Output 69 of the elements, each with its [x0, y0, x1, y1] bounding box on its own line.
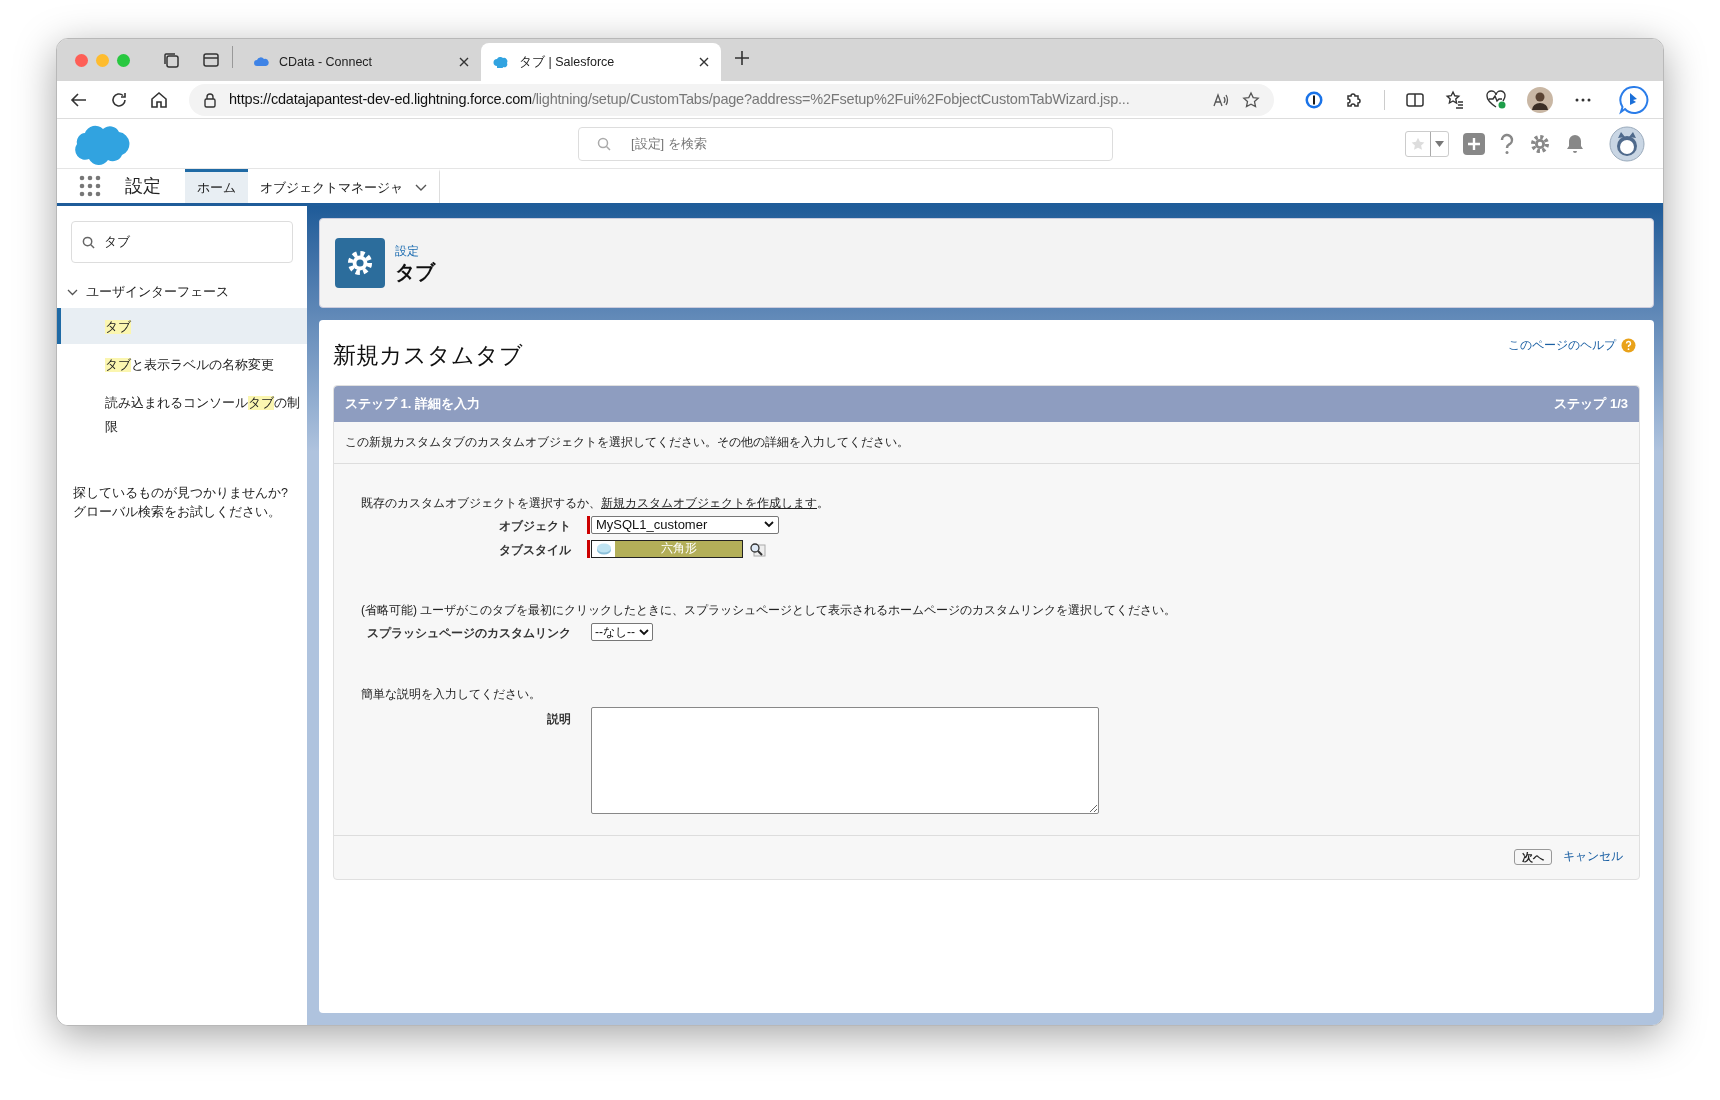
chevron-down-icon[interactable] [415, 183, 427, 192]
add-icon[interactable] [1463, 132, 1485, 155]
gear-icon [346, 249, 374, 277]
help-icon[interactable] [1499, 132, 1515, 155]
password-manager-icon[interactable] [1304, 89, 1324, 110]
tab-title: CData - Connect [279, 53, 374, 71]
caret-icon [1435, 140, 1444, 147]
nav-tab[interactable]: オブジェクトマネージャ [248, 169, 440, 203]
chat-assistant-icon[interactable] [1619, 84, 1649, 115]
field-label: 説明 [546, 711, 571, 727]
browser-tab[interactable]: タブ | Salesforce [481, 43, 721, 81]
sidebar-item[interactable]: 読み込まれるコンソールタブの制限 [57, 384, 307, 444]
tab-title: タブ | Salesforce [519, 53, 616, 71]
nav-tab[interactable]: ホーム [185, 169, 248, 203]
chevron-down-icon[interactable] [67, 288, 78, 296]
field-label: スプラッシュページのカスタムリンク [366, 625, 571, 642]
profile-avatar-icon[interactable] [1527, 86, 1553, 113]
heartbeat-icon[interactable] [1485, 89, 1507, 110]
app-launcher-icon[interactable] [79, 175, 101, 197]
sidebar-item[interactable]: タブ [57, 308, 307, 344]
notification-bell-icon[interactable] [1565, 132, 1585, 155]
home-icon[interactable] [149, 89, 169, 110]
step-title: ステップ 1. 詳細を入力 [345, 394, 481, 413]
url-text: https://cdatajapantest-dev-ed.lightning.force.com/lightning/setup/CustomTabs/page?address=%2Fsetup%2Fui%2FobjectCustomTabWizard.jsp... [229, 89, 1130, 109]
favorites-list-icon[interactable] [1445, 89, 1465, 110]
quick-find-field[interactable]: タブ [71, 221, 293, 263]
no-results-hint: 探しているものが見つかりませんか? グローバル検索をお試しください。 [73, 485, 289, 521]
new-tab-icon[interactable] [733, 49, 751, 67]
wizard-title: 新規カスタムタブ [333, 341, 523, 370]
section-instructions: (省略可能) ユーザがこのタブを最初にクリックしたときに、スプラッシュページとして表示されるホームページのカスタムリンクを選択してください。 [361, 602, 1178, 620]
help-link[interactable]: このページのヘルプ [1508, 336, 1636, 354]
app-name: 設定 [125, 174, 161, 198]
create-object-link[interactable]: 新規カスタムオブジェクトを作成します [601, 495, 817, 510]
section-instructions: 既存のカスタムオブジェクトを選択するか、新規カスタムオブジェクトを作成します。 [361, 494, 830, 512]
sidebar-panel-icon[interactable] [202, 51, 220, 69]
section-instructions: 簡単な説明を入力してください。 [361, 685, 542, 703]
description-textarea[interactable] [591, 706, 1099, 814]
search-icon [597, 137, 611, 151]
disc-icon [595, 543, 612, 555]
lock-icon [203, 91, 217, 108]
address-bar[interactable]: https://cdatajapantest-dev-ed.lightning.force.com/lightning/setup/CustomTabs/page?address=%2Fsetup%2Fui%2FobjectCustomTabWizard.jsp... [189, 83, 1274, 116]
sidebar-item[interactable]: タブと表示ラベルの名称変更 [57, 346, 307, 382]
cancel-link[interactable]: キャンセル [1563, 848, 1623, 866]
step-instructions: この新規カスタムタブのカスタムオブジェクトを選択してください。その他の詳細を入力してください。 [334, 421, 1639, 464]
collections-icon[interactable] [162, 51, 180, 69]
field-label: タブスタイル [498, 543, 571, 558]
read-aloud-icon[interactable] [1212, 91, 1230, 108]
cloud-icon [493, 56, 509, 68]
lookup-magnifier-icon[interactable] [749, 541, 766, 557]
dropdown-select[interactable]: MySQL1_customer [591, 515, 779, 534]
user-avatar-icon[interactable] [1609, 125, 1645, 162]
favorite-star-icon[interactable] [1242, 90, 1260, 109]
help-icon [1621, 337, 1636, 353]
settings-icon[interactable] [1529, 132, 1551, 155]
close-icon[interactable] [699, 57, 709, 67]
step-counter: ステップ 1/3 [1554, 394, 1628, 413]
next-button[interactable]: 次へ [1514, 849, 1552, 865]
field-label: オブジェクト [498, 518, 571, 534]
page-title: タブ [395, 260, 435, 284]
chevron-down-icon [764, 521, 774, 529]
cloud-icon [253, 56, 269, 68]
browser-tab[interactable]: CData - Connect [241, 43, 481, 81]
sidebar-group-label[interactable]: ユーザインターフェース [86, 282, 229, 302]
search-icon [82, 235, 95, 249]
search-field[interactable]: [設定] を検索 [578, 127, 1113, 161]
close-icon[interactable] [459, 57, 469, 67]
dropdown-select[interactable]: --なし-- [591, 623, 653, 642]
chevron-down-icon [639, 628, 649, 636]
breadcrumb-link[interactable]: 設定 [395, 242, 435, 260]
